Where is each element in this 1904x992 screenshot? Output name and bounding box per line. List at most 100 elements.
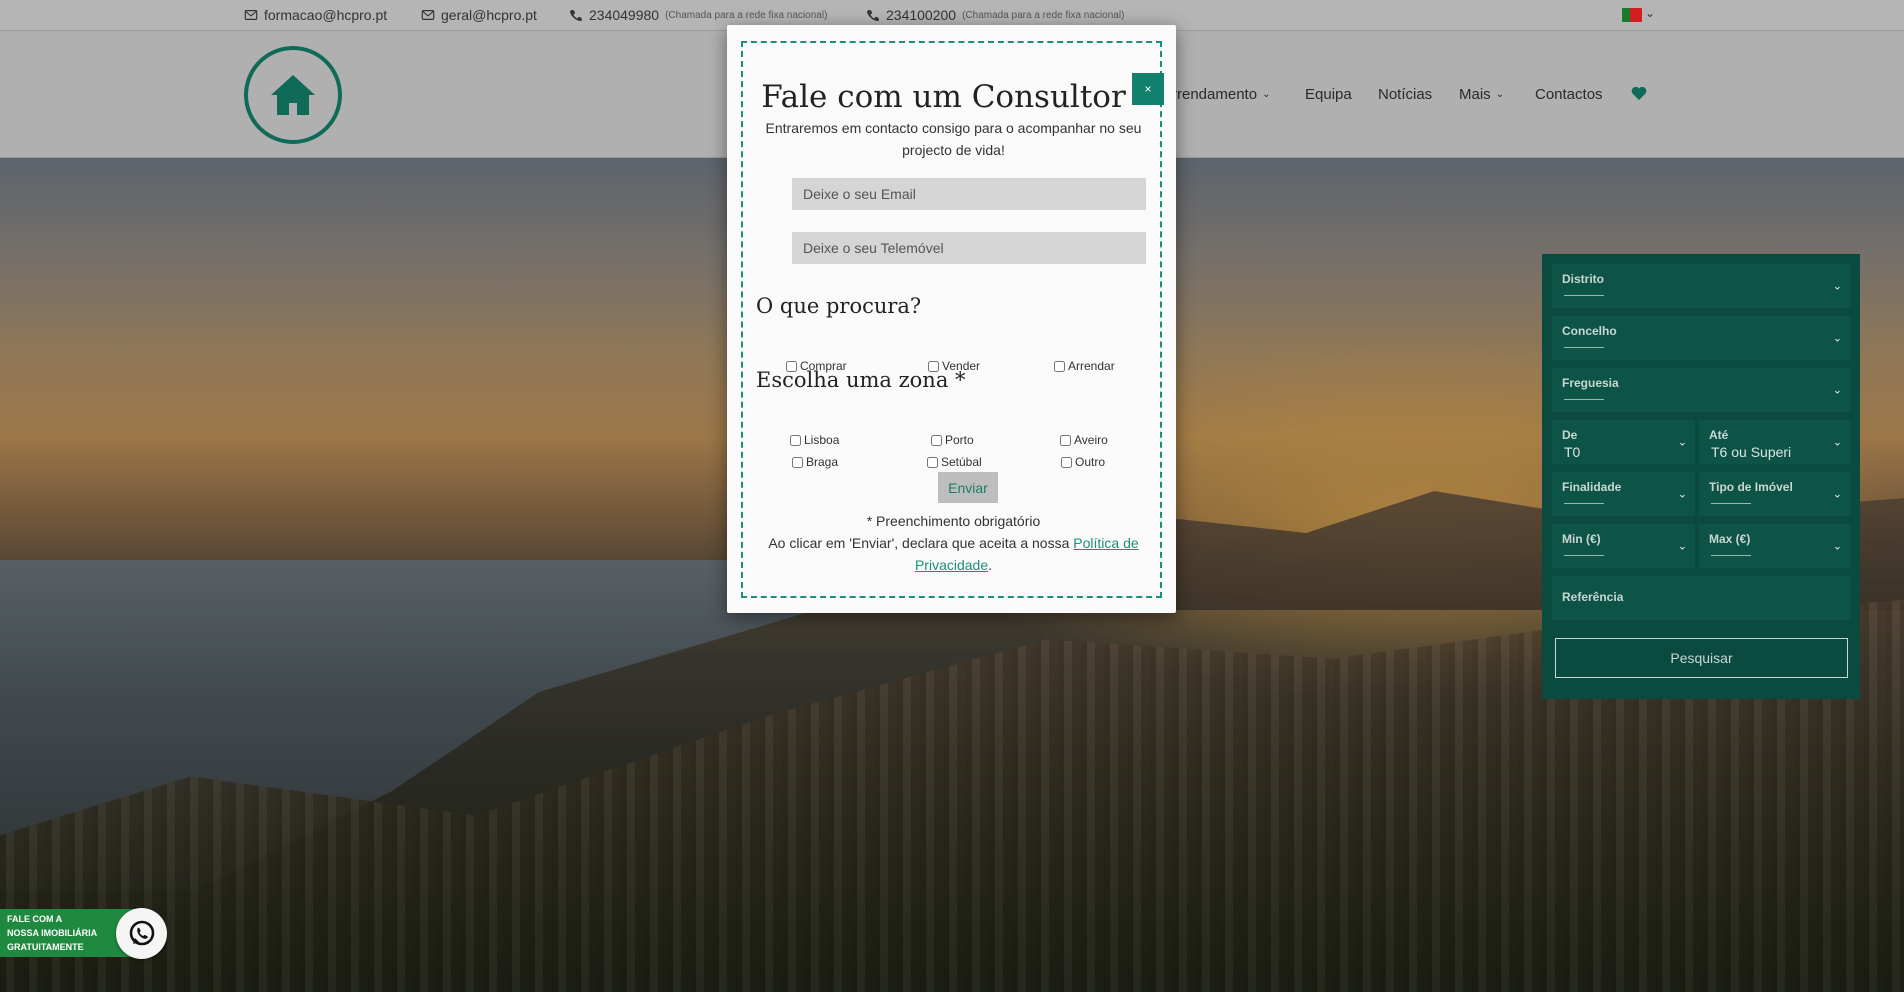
preco-min-select[interactable]: Min (€) ⌄ (1552, 524, 1695, 568)
nav-arrendamento[interactable]: Arrendamento ⌄ (1162, 86, 1270, 103)
nav-noticias-label: Notícias (1378, 86, 1433, 103)
checkbox-label: Arrendar (1068, 359, 1115, 373)
chevron-down-icon: ⌄ (1677, 540, 1687, 553)
tipo-imovel-label: Tipo de Imóvel (1709, 480, 1793, 494)
chevron-down-icon: ⌄ (1262, 89, 1271, 100)
chevron-down-icon: ⌄ (1677, 488, 1687, 501)
chevron-down-icon: ⌄ (1832, 384, 1842, 397)
nav-mais-label: Mais (1459, 86, 1491, 103)
chevron-down-icon: ⌄ (1832, 280, 1842, 293)
chevron-down-icon: ⌄ (1495, 89, 1505, 100)
nav-arrendamento-label: Arrendamento (1162, 86, 1258, 103)
favorites-heart-icon[interactable] (1631, 86, 1647, 100)
chevron-down-icon: ⌄ (1832, 488, 1842, 501)
topbar-phone-1[interactable]: 234049980 (Chamada para a rede fixa naci… (569, 7, 827, 23)
checkbox-outro[interactable]: Outro (1061, 455, 1105, 469)
distrito-label: Distrito (1562, 272, 1604, 286)
topbar-phone-2-note: (Chamada para a rede fixa nacional) (962, 9, 1125, 21)
chevron-down-icon: ⌄ (1832, 332, 1842, 345)
phone-icon (569, 9, 583, 22)
checkbox-label: Braga (806, 455, 839, 469)
modal-title: Fale com um Consultor (761, 79, 1126, 115)
privacy-prefix: Ao clicar em 'Enviar', declara que aceit… (768, 535, 1074, 551)
chevron-down-icon: ⌄ (1832, 436, 1842, 449)
property-search-panel: Distrito ⌄ Concelho ⌄ Freguesia ⌄ De T0 … (1542, 254, 1860, 699)
modal-subtitle: Entraremos em contacto consigo para o ac… (765, 120, 1142, 158)
search-button[interactable]: Pesquisar (1555, 638, 1848, 678)
checkbox-porto[interactable]: Porto (931, 433, 974, 447)
referencia-input[interactable]: Referência (1552, 576, 1850, 620)
checkbox-label: Aveiro (1074, 433, 1108, 447)
checkbox-input[interactable] (1061, 456, 1072, 468)
topbar-email-1[interactable]: formacao@hcpro.pt (244, 7, 387, 23)
field-underline (1711, 503, 1751, 504)
topbar-email-1-text: formacao@hcpro.pt (264, 7, 388, 23)
required-note: * Preenchimento obrigatório (866, 513, 1041, 529)
ate-value: T6 ou Superi (1711, 444, 1792, 460)
checkbox-lisboa[interactable]: Lisboa (790, 433, 839, 447)
concelho-label: Concelho (1562, 324, 1617, 338)
nav-equipa-label: Equipa (1305, 86, 1352, 103)
ate-label: Até (1709, 428, 1729, 442)
nav-noticias[interactable]: Notícias (1378, 86, 1432, 103)
send-button[interactable]: Enviar (938, 472, 998, 503)
privacy-suffix: . (988, 557, 993, 573)
nav-equipa[interactable]: Equipa (1305, 86, 1352, 103)
heading-o-que-procura: O que procura? (756, 294, 922, 318)
phone-icon (866, 9, 880, 22)
tipologia-ate-select[interactable]: Até T6 ou Superi ⌄ (1699, 420, 1850, 464)
phone-field[interactable] (792, 232, 1146, 264)
checkbox-input[interactable] (1054, 360, 1065, 372)
consultant-modal: × Fale com um Consultor Entraremos em co… (727, 25, 1176, 613)
checkbox-input[interactable] (927, 456, 938, 468)
checkbox-input[interactable] (931, 434, 942, 446)
whatsapp-icon (129, 920, 154, 945)
privacy-note: Ao clicar em 'Enviar', declara que aceit… (743, 532, 1164, 576)
de-label: De (1562, 428, 1578, 442)
max-label: Max (€) (1709, 532, 1751, 546)
checkbox-label: Porto (945, 433, 974, 447)
topbar-phone-1-number: 234049980 (589, 7, 660, 23)
topbar-phone-2[interactable]: 234100200 (Chamada para a rede fixa naci… (866, 7, 1124, 23)
field-underline (1564, 347, 1604, 348)
portugal-flag-icon[interactable] (1622, 8, 1642, 22)
checkbox-input[interactable] (1060, 434, 1071, 446)
field-underline (1711, 555, 1751, 556)
checkbox-setubal[interactable]: Setúbal (927, 455, 982, 469)
topbar-phone-1-note: (Chamada para a rede fixa nacional) (665, 9, 828, 21)
tipo-imovel-select[interactable]: Tipo de Imóvel ⌄ (1699, 472, 1850, 516)
chevron-down-icon: ⌄ (1677, 436, 1687, 449)
heart-icon (1631, 86, 1647, 100)
checkbox-label: Outro (1075, 455, 1106, 469)
modal-dashed-frame: × Fale com um Consultor Entraremos em co… (741, 41, 1164, 598)
distrito-select[interactable]: Distrito ⌄ (1552, 264, 1850, 308)
referencia-label: Referência (1562, 590, 1624, 604)
concelho-select[interactable]: Concelho ⌄ (1552, 316, 1850, 360)
checkbox-braga[interactable]: Braga (792, 455, 838, 469)
freguesia-select[interactable]: Freguesia ⌄ (1552, 368, 1850, 412)
chevron-down-icon[interactable]: ⌄ (1645, 6, 1655, 20)
field-underline (1564, 295, 1604, 296)
topbar-email-2-text: geral@hcpro.pt (441, 7, 537, 23)
field-underline (1564, 503, 1604, 504)
home-logo[interactable] (244, 46, 342, 144)
envelope-icon (244, 10, 258, 20)
whatsapp-button[interactable] (116, 908, 167, 959)
checkbox-arrendar[interactable]: Arrendar (1054, 359, 1115, 373)
nav-contactos-label: Contactos (1535, 86, 1603, 103)
nav-mais[interactable]: Mais ⌄ (1459, 86, 1504, 103)
checkbox-input[interactable] (792, 456, 803, 468)
checkbox-label: Lisboa (804, 433, 840, 447)
house-icon (271, 75, 315, 115)
preco-max-select[interactable]: Max (€) ⌄ (1699, 524, 1850, 568)
chevron-down-icon: ⌄ (1832, 540, 1842, 553)
tipologia-de-select[interactable]: De T0 ⌄ (1552, 420, 1695, 464)
email-field[interactable] (792, 178, 1146, 210)
finalidade-select[interactable]: Finalidade ⌄ (1552, 472, 1695, 516)
min-label: Min (€) (1562, 532, 1601, 546)
topbar-email-2[interactable]: geral@hcpro.pt (421, 7, 537, 23)
field-underline (1564, 555, 1604, 556)
checkbox-input[interactable] (790, 434, 801, 446)
checkbox-aveiro[interactable]: Aveiro (1060, 433, 1108, 447)
nav-contactos[interactable]: Contactos (1535, 86, 1603, 103)
